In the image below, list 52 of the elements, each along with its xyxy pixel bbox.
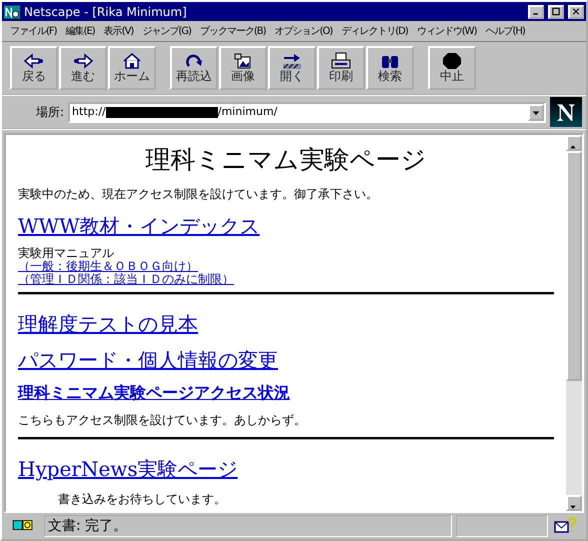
home-icon bbox=[121, 52, 143, 70]
app-icon bbox=[4, 4, 20, 20]
close-button[interactable] bbox=[568, 4, 584, 18]
menu-item[interactable]: ブックマーク(B) bbox=[200, 24, 266, 38]
link[interactable]: WWW教材・インデックス bbox=[18, 210, 260, 240]
stop-icon bbox=[441, 52, 463, 70]
maximize-button[interactable] bbox=[548, 4, 564, 18]
toolbar-button[interactable]: ホーム bbox=[108, 46, 156, 90]
down-arrow-icon bbox=[568, 502, 578, 511]
body-text: 書き込みをお待ちしています。 bbox=[58, 491, 227, 508]
toolbar-button[interactable]: 再読込 bbox=[170, 46, 218, 90]
toolbar-button[interactable]: 戻る bbox=[10, 46, 58, 90]
scrollbar[interactable] bbox=[566, 135, 582, 511]
menu-item[interactable]: 表示(V) bbox=[104, 24, 134, 38]
back-arrow-icon bbox=[23, 52, 45, 70]
mail-icon bbox=[552, 517, 578, 535]
toolbar-button[interactable]: 進む bbox=[59, 46, 107, 90]
toolbar-button[interactable]: 中止 bbox=[428, 46, 476, 90]
status-text: 文書: 完了。 bbox=[44, 515, 452, 537]
toolbar-button[interactable]: 印刷 bbox=[317, 46, 365, 90]
location-label: 場所: bbox=[36, 104, 64, 121]
up-arrow-icon bbox=[568, 142, 578, 151]
menu-item[interactable]: ジャンプ(G) bbox=[142, 24, 191, 38]
menu-item[interactable]: ファイル(F) bbox=[10, 24, 57, 38]
toolbar-button[interactable]: 検索 bbox=[366, 46, 414, 90]
body-text: 実験中のため、現在アクセス制限を設けています。御了承下さい。 bbox=[18, 186, 379, 202]
location-field[interactable]: http:// /minimum/ bbox=[68, 102, 546, 122]
page-title: 理科ミニマム実験ページ bbox=[144, 144, 428, 176]
menu-item[interactable]: 編集(E) bbox=[66, 24, 95, 38]
close-icon bbox=[571, 7, 581, 16]
link[interactable]: パスワード・個人情報の変更 bbox=[18, 345, 278, 376]
body-text: こちらもアクセス制限を設けています。あしからず。 bbox=[18, 412, 307, 430]
link[interactable]: 理科ミニマム実験ページアクセス状況 bbox=[18, 381, 290, 406]
menu-item[interactable]: ウィンドウ(W) bbox=[416, 24, 476, 38]
window-title: Netscape - [Rika Minimum] bbox=[24, 4, 188, 20]
menu-item[interactable]: ディレクトリ(D) bbox=[341, 24, 408, 38]
forward-arrow-icon bbox=[72, 52, 94, 70]
open-icon bbox=[281, 52, 303, 70]
link[interactable]: 理解度テストの見本 bbox=[18, 309, 198, 340]
menu-item[interactable]: オプション(O) bbox=[274, 24, 332, 38]
printer-icon bbox=[330, 52, 352, 70]
dropdown-button[interactable] bbox=[528, 104, 544, 120]
toolbar-button[interactable]: 開く bbox=[268, 46, 316, 90]
toolbar-button[interactable]: 画像 bbox=[219, 46, 267, 90]
link[interactable]: HyperNews実験ページ bbox=[18, 454, 238, 484]
link[interactable]: （管理ＩＤ関係：該当ＩＤのみに制限） bbox=[18, 272, 234, 286]
link[interactable]: （一般：後期生＆ＯＢＯＧ向け） bbox=[18, 260, 198, 273]
scroll-thumb[interactable] bbox=[566, 151, 582, 381]
minimize-button[interactable] bbox=[528, 4, 544, 18]
menu-item[interactable]: ヘルプ(H) bbox=[485, 24, 525, 38]
section-label: 実験用マニュアル bbox=[18, 246, 115, 260]
maximize-icon bbox=[551, 7, 561, 16]
